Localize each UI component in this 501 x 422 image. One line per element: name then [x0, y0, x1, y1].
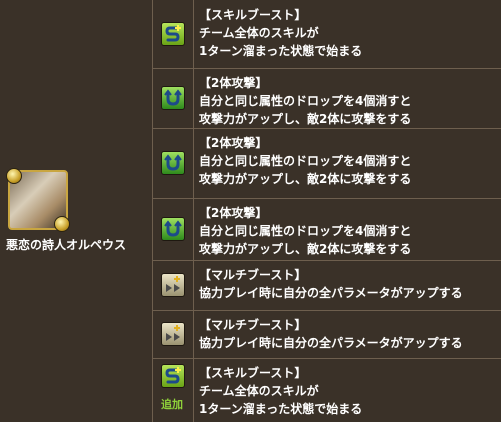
- awakening-title: 【マルチブースト】: [199, 318, 307, 332]
- awakening-title: 【スキルブースト】: [199, 8, 307, 22]
- awakening-description: 【スキルブースト】 チーム全体のスキルが 1ターン溜まった状態で始まる: [199, 364, 499, 418]
- awakening-description: 【2体攻撃】自分と同じ属性のドロップを4個消すと 攻撃力がアップし、敵2体に攻撃を…: [199, 134, 499, 188]
- awakening-effect-line: 自分と同じ属性のドロップを4個消すと: [199, 224, 412, 238]
- attribute-orb-icon: [6, 168, 22, 184]
- two-pronged-attack-icon[interactable]: [161, 217, 185, 241]
- awakening-description: 【2体攻撃】自分と同じ属性のドロップを4個消すと 攻撃力がアップし、敵2体に攻撃を…: [199, 204, 499, 258]
- awakening-description: 【マルチブースト】協力プレイ時に自分の全パラメータがアップする: [199, 316, 499, 352]
- awakening-row: [153, 260, 193, 310]
- awakening-title: 【マルチブースト】: [199, 268, 307, 282]
- multi-boost-icon[interactable]: [161, 273, 185, 297]
- two-pronged-attack-icon[interactable]: [161, 151, 185, 175]
- monster-portrait[interactable]: [6, 168, 70, 232]
- awakening-title: 【スキルブースト】: [199, 366, 307, 380]
- awakening-effect-line: 協力プレイ時に自分の全パラメータがアップする: [199, 336, 463, 350]
- awakening-effect-line: 1ターン溜まった状態で始まる: [199, 402, 363, 416]
- awakening-description: 【スキルブースト】 チーム全体のスキルが 1ターン溜まった状態で始まる: [199, 6, 499, 60]
- awakening-row: 追加: [153, 358, 193, 422]
- awakening-effect-line: チーム全体のスキルが: [199, 26, 319, 40]
- row-divider: [152, 260, 501, 261]
- attribute-orb-icon: [54, 216, 70, 232]
- monster-cell: 悪恋の詩人オルペウス: [0, 0, 152, 422]
- awakening-effect-line: 自分と同じ属性のドロップを4個消すと: [199, 94, 412, 108]
- awakening-effect-line: 攻撃力がアップし、敵2体に攻撃をする: [199, 172, 412, 186]
- awakening-title: 【2体攻撃】: [199, 136, 268, 150]
- awakening-effect-line: 自分と同じ属性のドロップを4個消すと: [199, 154, 412, 168]
- skill-boost-icon[interactable]: [161, 22, 185, 46]
- awakening-row: [153, 128, 193, 198]
- multi-boost-icon[interactable]: [161, 322, 185, 346]
- two-pronged-attack-icon[interactable]: [161, 86, 185, 110]
- awakening-effect-line: 攻撃力がアップし、敵2体に攻撃をする: [199, 112, 412, 126]
- awakening-effect-line: 協力プレイ時に自分の全パラメータがアップする: [199, 286, 463, 300]
- awakening-row: [153, 198, 193, 260]
- added-label: 追加: [161, 398, 183, 411]
- row-divider: [152, 310, 501, 311]
- row-divider: [152, 198, 501, 199]
- monster-name: 悪恋の詩人オルペウス: [6, 238, 127, 252]
- awakening-effect-line: 攻撃力がアップし、敵2体に攻撃をする: [199, 242, 412, 256]
- awakening-effect-line: 1ターン溜まった状態で始まる: [199, 44, 363, 58]
- row-divider: [152, 358, 501, 359]
- awakening-row: [153, 68, 193, 128]
- awakening-row: [153, 310, 193, 358]
- skill-boost-icon[interactable]: [161, 364, 185, 388]
- awakening-effect-line: チーム全体のスキルが: [199, 384, 319, 398]
- awakening-description: 【マルチブースト】協力プレイ時に自分の全パラメータがアップする: [199, 266, 499, 302]
- row-divider: [152, 68, 501, 69]
- awakening-row: [153, 0, 193, 68]
- awakening-description: 【2体攻撃】自分と同じ属性のドロップを4個消すと 攻撃力がアップし、敵2体に攻撃を…: [199, 74, 499, 128]
- row-divider: [152, 128, 501, 129]
- awakening-title: 【2体攻撃】: [199, 206, 268, 220]
- awakening-table: 悪恋の詩人オルペウス 【スキルブースト】 チーム全体のスキルが 1ターン溜まった状態…: [0, 0, 501, 422]
- awakening-title: 【2体攻撃】: [199, 76, 268, 90]
